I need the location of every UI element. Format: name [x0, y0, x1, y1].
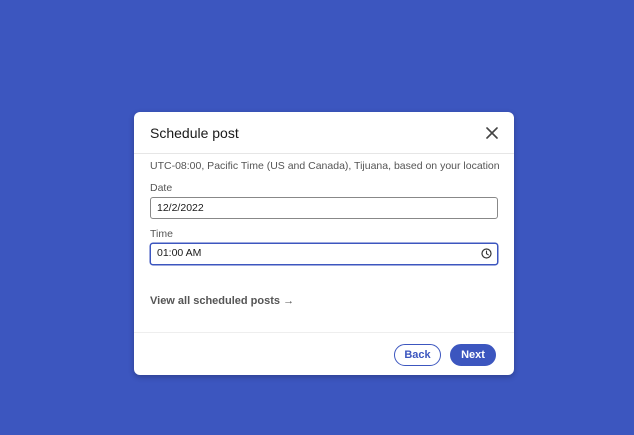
page-background: Schedule post UTC-08:00, Pacific Time (U… — [0, 0, 634, 435]
date-input[interactable]: 12/2/2022 — [150, 197, 498, 219]
time-label: Time — [150, 228, 173, 240]
view-scheduled-posts-link[interactable]: View all scheduled posts → — [150, 295, 294, 307]
clock-icon[interactable] — [481, 248, 492, 259]
schedule-post-dialog: Schedule post UTC-08:00, Pacific Time (U… — [134, 112, 514, 375]
dialog-header: Schedule post — [134, 112, 514, 154]
back-button[interactable]: Back — [394, 344, 441, 366]
date-label: Date — [150, 182, 173, 194]
date-input-value: 12/2/2022 — [157, 202, 204, 214]
next-button[interactable]: Next — [450, 344, 496, 366]
dialog-title: Schedule post — [150, 125, 239, 141]
time-input[interactable]: 01:00 AM — [150, 243, 498, 265]
close-icon[interactable] — [484, 125, 500, 141]
timezone-text: UTC-08:00, Pacific Time (US and Canada),… — [150, 160, 500, 172]
time-input-value: 01:00 AM — [157, 247, 202, 259]
dialog-footer: Back Next — [134, 332, 514, 375]
